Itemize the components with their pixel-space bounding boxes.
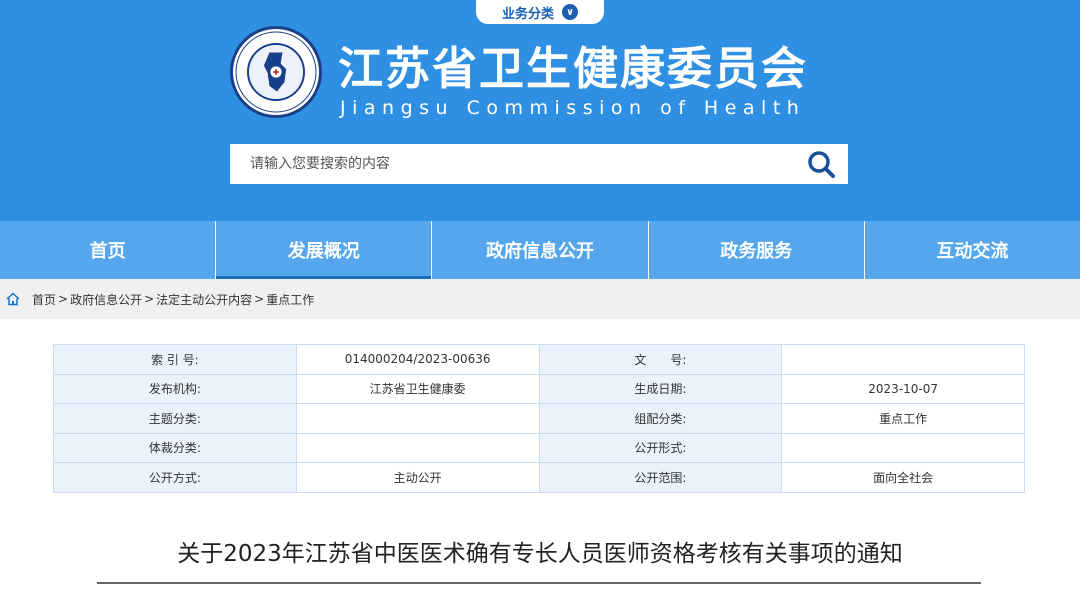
nav-item-home[interactable]: 首页 xyxy=(0,221,217,279)
nav-item-development-overview[interactable]: 发展概况 xyxy=(216,221,433,279)
breadcrumb-government-info[interactable]: 政府信息公开 xyxy=(70,291,142,308)
breadcrumb-home[interactable]: 首页 xyxy=(32,291,56,308)
breadcrumb-key-work[interactable]: 重点工作 xyxy=(266,291,314,308)
nav-item-interaction[interactable]: 互动交流 xyxy=(865,221,1080,279)
site-logo[interactable] xyxy=(230,26,322,118)
info-value xyxy=(295,432,540,463)
info-label: 主题分类: xyxy=(53,403,297,434)
table-row: 发布机构: 江苏省卫生健康委 生成日期: 2023-10-07 xyxy=(53,373,1025,404)
nav-item-label: 政务服务 xyxy=(720,241,793,262)
site-title: 江苏省卫生健康委员会 xyxy=(338,42,809,95)
business-category-label: 业务分类 xyxy=(501,6,554,22)
search-bar xyxy=(230,144,848,184)
breadcrumb-separator: > xyxy=(144,292,155,306)
breadcrumb: 首页 > 政府信息公开 > 法定主动公开内容 > 重点工作 xyxy=(0,279,1080,319)
info-value: 江苏省卫生健康委 xyxy=(295,373,540,404)
logo-emblem-icon xyxy=(247,43,305,101)
breadcrumb-separator: > xyxy=(254,292,265,306)
info-label: 体裁分类: xyxy=(53,432,297,463)
nav-item-label: 互动交流 xyxy=(936,241,1009,262)
info-label: 公开范围: xyxy=(538,462,783,493)
nav-item-label: 发展概况 xyxy=(287,241,360,262)
search-icon[interactable] xyxy=(806,150,836,178)
document-title: 关于2023年江苏省中医医术确有专长人员医师资格考核有关事项的通知 xyxy=(177,541,903,567)
info-value: 2023-10-07 xyxy=(781,373,1025,404)
info-value: 014000204/2023-00636 xyxy=(295,344,540,375)
site-header: 业务分类 ∨ 江苏省卫生健康委员会 Jiangsu Commission of … xyxy=(0,0,1080,221)
info-label: 组配分类: xyxy=(538,403,783,434)
info-value xyxy=(781,344,1025,375)
info-value: 重点工作 xyxy=(781,403,1025,434)
nav-item-label: 首页 xyxy=(89,241,126,262)
breadcrumb-statutory-content[interactable]: 法定主动公开内容 xyxy=(156,291,252,308)
nav-item-government-services[interactable]: 政务服务 xyxy=(649,221,865,279)
info-value xyxy=(781,432,1025,463)
table-row: 公开方式: 主动公开 公开范围: 面向全社会 xyxy=(53,462,1025,493)
nav-item-government-info[interactable]: 政府信息公开 xyxy=(432,221,649,279)
business-category-tab[interactable]: 业务分类 ∨ xyxy=(476,0,604,24)
info-value: 主动公开 xyxy=(295,462,540,493)
info-label: 公开形式: xyxy=(538,432,783,463)
table-row: 体裁分类: 公开形式: xyxy=(53,432,1025,463)
document-info-table: 索 引 号: 014000204/2023-00636 文 号: 发布机构: 江… xyxy=(53,344,1025,493)
table-row: 索 引 号: 014000204/2023-00636 文 号: xyxy=(53,344,1025,375)
home-icon xyxy=(6,292,20,306)
title-divider xyxy=(97,582,981,584)
search-input[interactable] xyxy=(230,144,790,184)
site-subtitle: Jiangsu Commission of Health xyxy=(340,97,806,119)
info-value: 面向全社会 xyxy=(781,462,1025,493)
info-value xyxy=(295,403,540,434)
info-label: 索 引 号: xyxy=(53,344,297,375)
info-label: 发布机构: xyxy=(53,373,297,404)
info-label: 文 号: xyxy=(538,344,783,375)
info-label: 公开方式: xyxy=(53,462,297,493)
main-nav: 首页 发展概况 政府信息公开 政务服务 互动交流 xyxy=(0,221,1080,279)
breadcrumb-separator: > xyxy=(58,292,69,306)
chevron-down-icon: ∨ xyxy=(562,4,578,20)
nav-item-label: 政府信息公开 xyxy=(486,241,594,262)
info-label: 生成日期: xyxy=(538,373,783,404)
table-row: 主题分类: 组配分类: 重点工作 xyxy=(53,403,1025,434)
